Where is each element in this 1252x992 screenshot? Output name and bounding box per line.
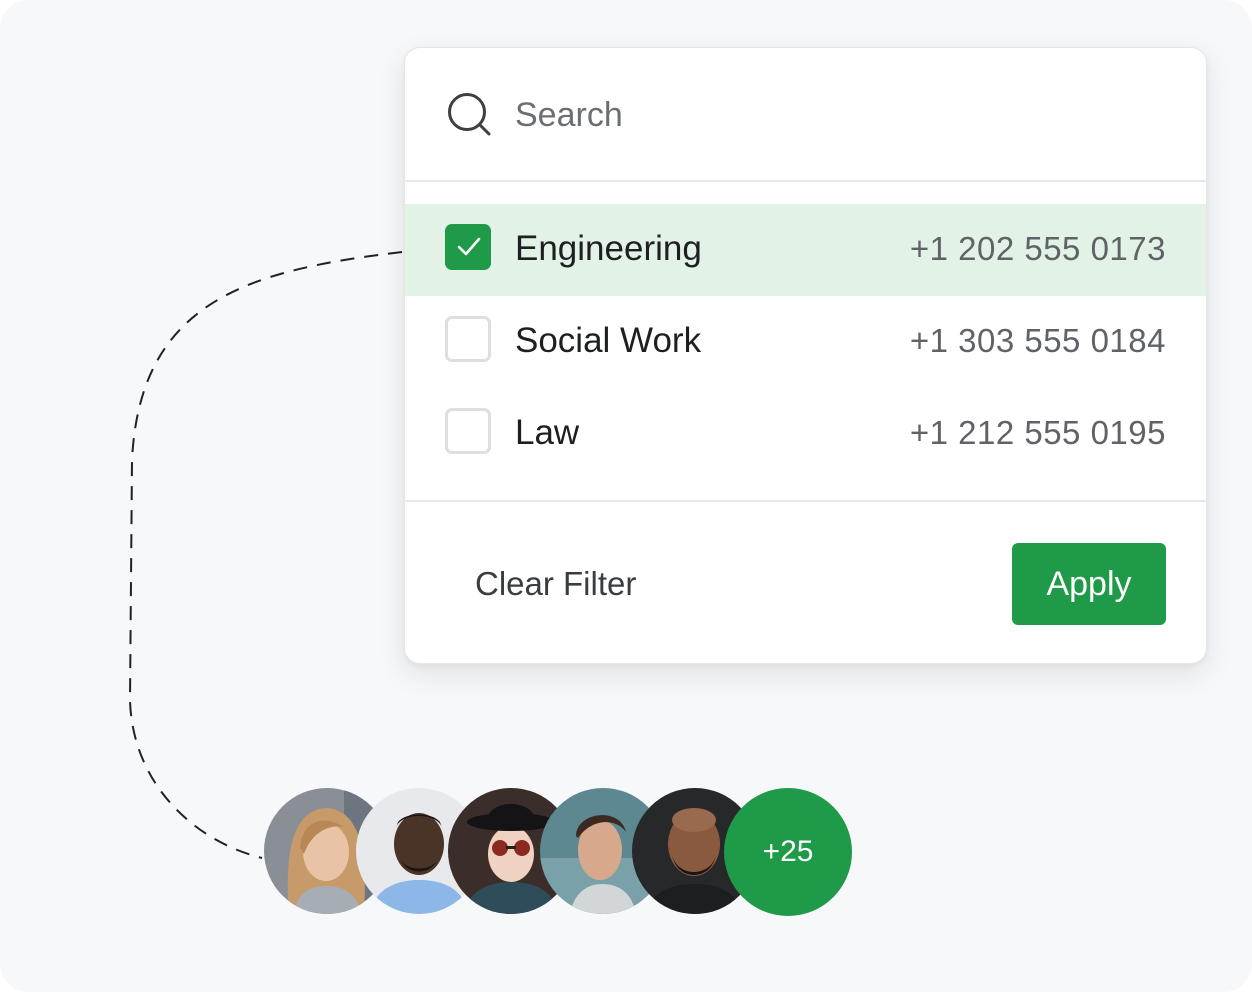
more-avatars-badge[interactable]: +25 bbox=[724, 788, 852, 916]
canvas: Engineering +1 202 555 0173 Social Work … bbox=[0, 0, 1252, 992]
department-label: Law bbox=[515, 413, 580, 452]
department-label: Social Work bbox=[515, 321, 702, 360]
list-item-law[interactable]: Law +1 212 555 0195 bbox=[405, 388, 1206, 480]
checkbox[interactable] bbox=[445, 408, 491, 454]
search-bar bbox=[405, 48, 1206, 182]
checkmark-icon bbox=[457, 237, 481, 256]
department-list: Engineering +1 202 555 0173 Social Work … bbox=[405, 204, 1206, 480]
checkbox-checked[interactable] bbox=[445, 224, 491, 270]
clear-filter-button[interactable]: Clear Filter bbox=[467, 562, 644, 606]
filter-panel: Engineering +1 202 555 0173 Social Work … bbox=[404, 47, 1207, 664]
list-item-social-work[interactable]: Social Work +1 303 555 0184 bbox=[405, 296, 1206, 388]
search-input[interactable] bbox=[515, 90, 1115, 140]
apply-button[interactable]: Apply bbox=[1012, 543, 1166, 625]
avatar-group: +25 bbox=[264, 788, 864, 916]
department-phone: +1 303 555 0184 bbox=[909, 322, 1166, 359]
list-item-engineering[interactable]: Engineering +1 202 555 0173 bbox=[405, 204, 1206, 296]
panel-footer: Clear Filter Apply bbox=[405, 500, 1206, 663]
department-phone: +1 212 555 0195 bbox=[909, 414, 1166, 451]
checkbox[interactable] bbox=[445, 316, 491, 362]
department-label: Engineering bbox=[515, 229, 702, 268]
search-icon bbox=[447, 92, 493, 138]
department-phone: +1 202 555 0173 bbox=[909, 230, 1166, 267]
